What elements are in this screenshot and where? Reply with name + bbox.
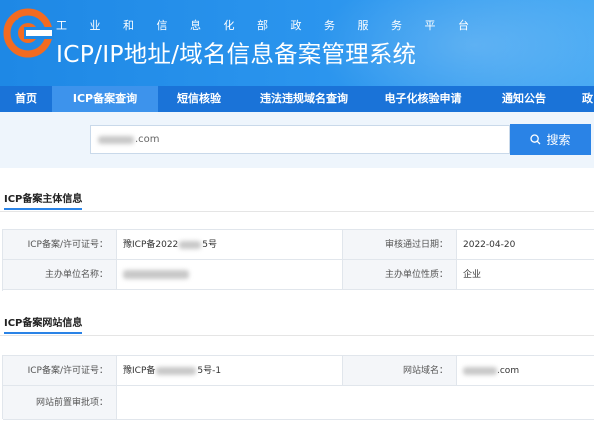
value-organizer-type: 企业 [457,260,594,290]
search-input[interactable] [90,125,510,154]
redacted-number [156,366,197,375]
section-divider [0,211,594,212]
nav-item-policy[interactable]: 政 [570,86,594,112]
nav-item-icp-query[interactable]: ICP备案查询 [52,86,158,112]
value-organizer-name [117,260,343,290]
subject-info-table: ICP备案/许可证号： 豫ICP备2022 5号 审核通过日期： 2022-04-… [2,229,594,291]
nav-item-illegal-domain-query[interactable]: 违法违规域名查询 [240,86,368,112]
portal-subtitle: 工业和信息化部政务服务平台 [56,19,492,32]
nav-item-sms-verify[interactable]: 短信核验 [158,86,240,112]
search-button[interactable]: 搜索 [510,124,591,155]
value-website-icp-prefix: 豫ICP备 [123,366,156,376]
label-organizer-type: 主办单位性质： [343,260,457,290]
section-underline [4,332,82,334]
website-info-table: ICP备案/许可证号： 豫ICP备 5号-1 网站域名： .com 网站前置审批项… [2,355,594,420]
value-icp-license-tail: 5号 [202,240,218,250]
value-icp-license: 豫ICP备2022 5号 [117,230,343,260]
section-title-subject: ICP备案主体信息 [4,190,83,210]
section-divider [0,335,594,336]
value-website-domain-tld: .com [497,366,520,376]
value-icp-license-prefix: 豫ICP备2022 [123,240,179,250]
site-header: 工业和信息化部政务服务平台 ICP/IP地址/域名信息备案管理系统 [0,0,594,86]
label-website-icp-license: ICP备案/许可证号： [3,356,117,386]
value-website-domain: .com [457,356,594,386]
nav-item-notices[interactable]: 通知公告 [478,86,570,112]
value-website-icp-tail: 5号-1 [197,366,222,376]
nav-item-e-verify-apply[interactable]: 电子化核验申请 [368,86,478,112]
section-title-text: ICP备案网站信息 [4,318,83,329]
value-approval-date: 2022-04-20 [457,230,594,260]
search-button-label: 搜索 [546,133,571,147]
label-pre-approval: 网站前置审批项： [3,386,117,420]
section-underline [4,208,82,210]
label-website-domain: 网站域名： [343,356,457,386]
nav-item-home[interactable]: 首页 [0,86,52,112]
redacted-domain [98,136,134,144]
label-organizer-name: 主办单位名称： [3,260,117,290]
redacted-organizer [123,270,189,279]
redacted-domain [463,366,497,375]
search-band: 搜索 [0,112,594,168]
value-pre-approval [117,386,594,420]
section-title-website: ICP备案网站信息 [4,314,83,334]
value-website-icp-license: 豫ICP备 5号-1 [117,356,343,386]
section-title-text: ICP备案主体信息 [4,194,83,205]
ministry-logo-icon[interactable] [2,6,54,58]
redacted-number [179,240,202,249]
page-title: ICP/IP地址/域名信息备案管理系统 [56,40,417,68]
label-approval-date: 审核通过日期： [343,230,457,260]
search-icon [530,134,541,145]
main-nav: 首页 ICP备案查询 短信核验 违法违规域名查询 电子化核验申请 通知公告 政 [0,86,594,112]
label-icp-license: ICP备案/许可证号： [3,230,117,260]
